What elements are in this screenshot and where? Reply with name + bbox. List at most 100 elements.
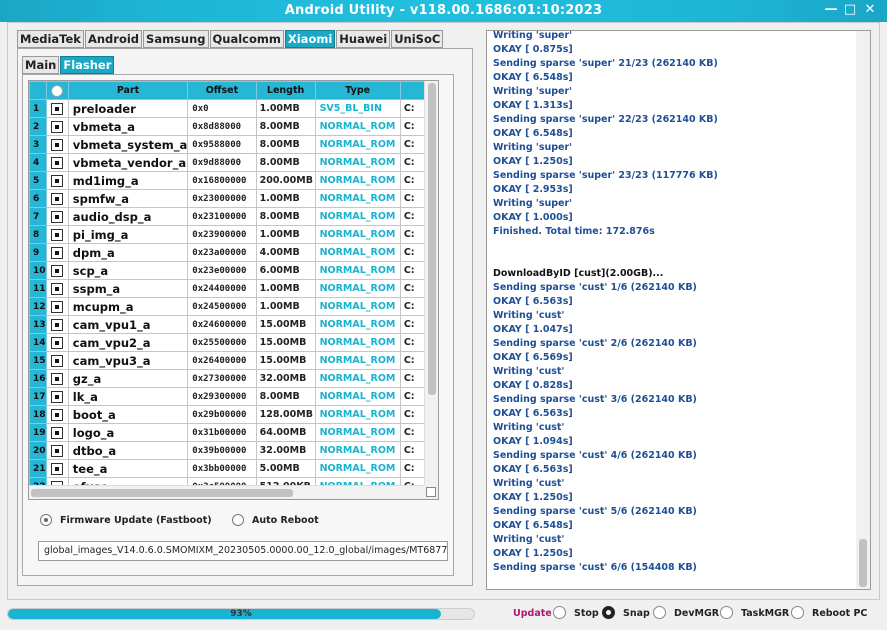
taskmgr-label[interactable]: TaskMGR — [741, 608, 789, 619]
header-type[interactable]: Type — [314, 81, 401, 100]
header-length[interactable]: Length — [255, 81, 316, 100]
minimize-icon[interactable]: — — [824, 3, 838, 17]
tab-main[interactable]: Main — [22, 56, 60, 74]
table-row[interactable]: 10 scp_a 0x23e00000 6.00MB NORMAL_ROM C: — [29, 261, 425, 280]
checked-checkbox[interactable] — [51, 336, 64, 349]
row-checkbox[interactable] — [45, 153, 69, 172]
header-part[interactable]: Part — [67, 81, 189, 100]
row-checkbox[interactable] — [45, 189, 69, 208]
checked-checkbox[interactable] — [51, 444, 64, 457]
snap-radio[interactable] — [602, 606, 615, 619]
checked-checkbox[interactable] — [51, 228, 64, 241]
row-checkbox[interactable] — [45, 171, 69, 190]
table-row[interactable]: 8 pi_img_a 0x23900000 1.00MB NORMAL_ROM C: — [29, 225, 425, 244]
maximize-icon[interactable]: □ — [843, 3, 857, 17]
log-scrollbar[interactable] — [856, 31, 870, 589]
tab-unisoc[interactable]: UniSoC — [391, 30, 444, 48]
firmware-update-option[interactable]: Firmware Update (Fastboot) — [40, 514, 212, 526]
table-row[interactable]: 20 dtbo_a 0x39b00000 32.00MB NORMAL_ROM C: — [29, 441, 425, 460]
tab-android[interactable]: Android — [84, 30, 143, 48]
tab-xiaomi[interactable]: Xiaomi — [284, 30, 336, 48]
table-row[interactable]: 3 vbmeta_system_a 0x9588000 8.00MB NORMAL_RO… — [29, 135, 425, 154]
auto-reboot-option[interactable]: Auto Reboot — [232, 514, 319, 526]
table-row[interactable]: 12 mcupm_a 0x24500000 1.00MB NORMAL_ROM C: — [29, 297, 425, 316]
table-row[interactable]: 17 lk_a 0x29300000 8.00MB NORMAL_ROM C: — [29, 387, 425, 406]
grid-vertical-thumb[interactable] — [428, 83, 436, 395]
reboot-pc-radio[interactable] — [791, 606, 804, 619]
stop-label[interactable]: Stop — [574, 608, 599, 619]
table-row[interactable]: 6 spmfw_a 0x23000000 1.00MB NORMAL_ROM C: — [29, 189, 425, 208]
header-path[interactable] — [399, 81, 425, 100]
select-all-radio[interactable] — [51, 84, 64, 97]
checked-checkbox[interactable] — [51, 318, 64, 331]
row-checkbox[interactable] — [45, 441, 69, 460]
checked-checkbox[interactable] — [51, 138, 64, 151]
table-row[interactable]: 16 gz_a 0x27300000 32.00MB NORMAL_ROM C: — [29, 369, 425, 388]
table-row[interactable]: 9 dpm_a 0x23a00000 4.00MB NORMAL_ROM C: — [29, 243, 425, 262]
close-icon[interactable]: ✕ — [863, 3, 877, 17]
table-row[interactable]: 18 boot_a 0x29b00000 128.00MB NORMAL_ROM C: — [29, 405, 425, 424]
tab-huawei[interactable]: Huawei — [336, 30, 391, 48]
row-checkbox[interactable] — [45, 315, 69, 334]
tab-qualcomm[interactable]: Qualcomm — [209, 30, 284, 48]
row-checkbox[interactable] — [45, 423, 69, 442]
row-checkbox[interactable] — [45, 117, 69, 136]
table-row[interactable]: 5 md1img_a 0x16800000 200.00MB NORMAL_ROM C: — [29, 171, 425, 190]
table-row[interactable]: 11 sspm_a 0x24400000 1.00MB NORMAL_ROM C: — [29, 279, 425, 298]
row-checkbox[interactable] — [45, 351, 69, 370]
row-checkbox[interactable] — [45, 225, 69, 244]
table-row[interactable]: 4 vbmeta_vendor_a 0x9d88000 8.00MB NORMAL_RO… — [29, 153, 425, 172]
reboot-pc-label[interactable]: Reboot PC — [812, 608, 867, 619]
checked-checkbox[interactable] — [51, 192, 64, 205]
tab-samsung[interactable]: Samsung — [143, 30, 209, 48]
table-row[interactable]: 7 audio_dsp_a 0x23100000 8.00MB NORMAL_ROM C: — [29, 207, 425, 226]
header-select-all[interactable] — [45, 81, 69, 100]
row-checkbox[interactable] — [45, 279, 69, 298]
checked-checkbox[interactable] — [51, 390, 64, 403]
row-checkbox[interactable] — [45, 135, 69, 154]
checked-checkbox[interactable] — [51, 102, 64, 115]
row-checkbox[interactable] — [45, 333, 69, 352]
table-row[interactable]: 1 preloader 0x0 1.00MB SV5_BL_BIN C: — [29, 99, 425, 118]
checked-checkbox[interactable] — [51, 156, 64, 169]
table-row[interactable]: 14 cam_vpu2_a 0x25500000 15.00MB NORMAL_ROM C… — [29, 333, 425, 352]
table-row[interactable]: 15 cam_vpu3_a 0x26400000 15.00MB NORMAL_ROM C… — [29, 351, 425, 370]
row-checkbox[interactable] — [45, 207, 69, 226]
header-offset[interactable]: Offset — [187, 81, 257, 100]
table-row[interactable]: 21 tee_a 0x3bb00000 5.00MB NORMAL_ROM C: — [29, 459, 425, 478]
checked-checkbox[interactable] — [51, 372, 64, 385]
table-row[interactable]: 2 vbmeta_a 0x8d88000 8.00MB NORMAL_ROM C: — [29, 117, 425, 136]
checked-checkbox[interactable] — [51, 354, 64, 367]
checked-checkbox[interactable] — [51, 120, 64, 133]
row-checkbox[interactable] — [45, 459, 69, 478]
log-scroll-thumb[interactable] — [859, 539, 867, 587]
checked-checkbox[interactable] — [51, 462, 64, 475]
checked-checkbox[interactable] — [51, 426, 64, 439]
row-checkbox[interactable] — [45, 297, 69, 316]
auto-reboot-radio[interactable] — [232, 514, 244, 526]
checked-checkbox[interactable] — [51, 264, 64, 277]
table-row[interactable]: 19 logo_a 0x31b00000 64.00MB NORMAL_ROM C: — [29, 423, 425, 442]
checked-checkbox[interactable] — [51, 174, 64, 187]
checked-checkbox[interactable] — [51, 408, 64, 421]
checked-checkbox[interactable] — [51, 246, 64, 259]
devmgr-label[interactable]: DevMGR — [674, 608, 719, 619]
grid-vertical-scrollbar[interactable] — [424, 81, 438, 486]
checked-checkbox[interactable] — [51, 300, 64, 313]
update-link[interactable]: Update — [513, 608, 552, 619]
snap-label[interactable]: Snap — [623, 608, 650, 619]
tab-flasher[interactable]: Flasher — [60, 56, 115, 74]
tab-mediatek[interactable]: MediaTek — [17, 30, 84, 48]
checked-checkbox[interactable] — [51, 282, 64, 295]
table-row[interactable]: 13 cam_vpu1_a 0x24600000 15.00MB NORMAL_ROM C… — [29, 315, 425, 334]
checked-checkbox[interactable] — [51, 210, 64, 223]
grid-horizontal-scrollbar[interactable] — [29, 485, 425, 499]
stop-radio[interactable] — [553, 606, 566, 619]
firmware-path-field[interactable]: global_images_V14.0.6.0.SMOMIXM_20230505… — [38, 541, 448, 561]
row-checkbox[interactable] — [45, 369, 69, 388]
row-checkbox[interactable] — [45, 243, 69, 262]
row-checkbox[interactable] — [45, 405, 69, 424]
devmgr-radio[interactable] — [653, 606, 666, 619]
firmware-update-radio[interactable] — [40, 514, 52, 526]
row-checkbox[interactable] — [45, 99, 69, 118]
